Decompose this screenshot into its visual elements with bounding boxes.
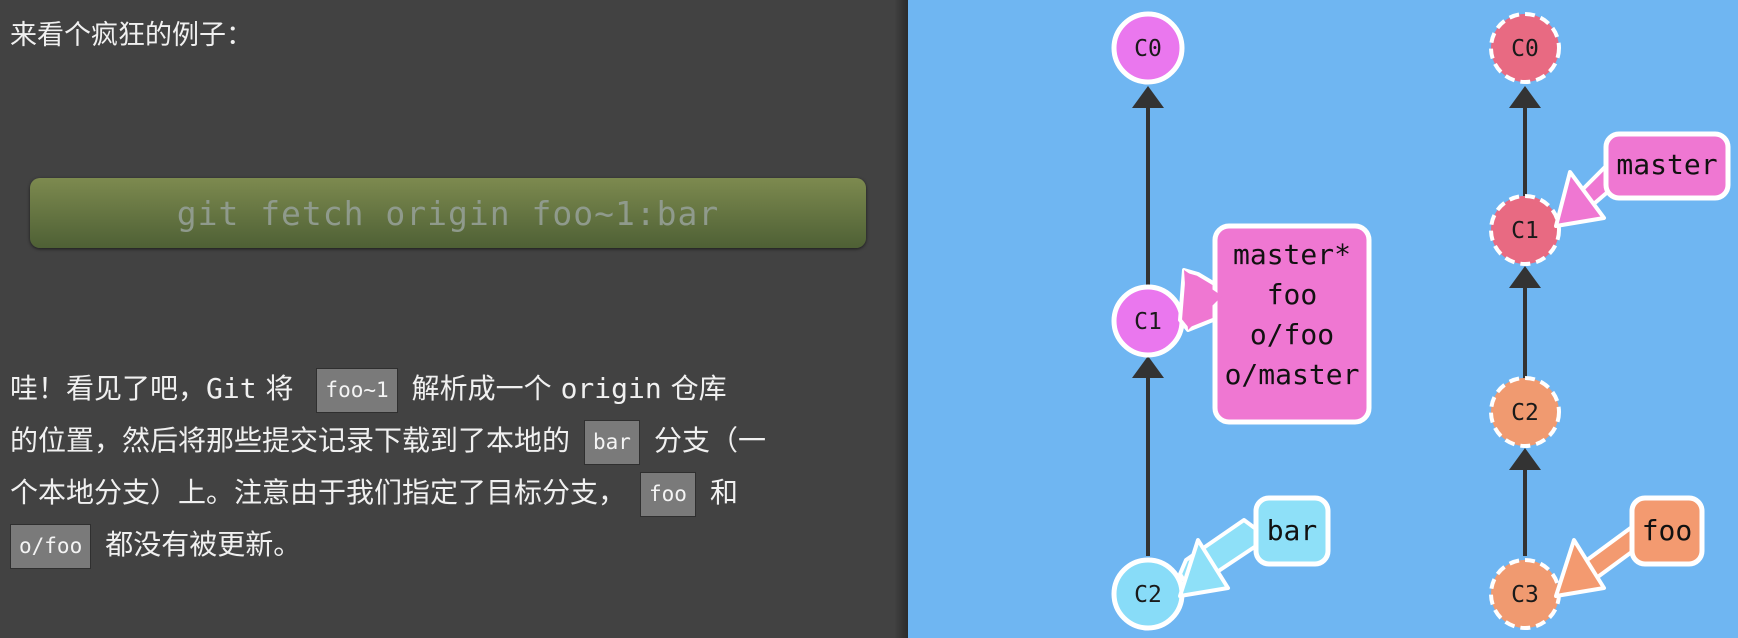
- local-tree: C0 C1 C2 master* foo o/foo o/master bar: [1111, 11, 1372, 631]
- commit-c0-local[interactable]: C0: [1111, 11, 1185, 85]
- code-foo: foo: [640, 471, 696, 517]
- branch-o-foo: o/foo: [1250, 318, 1334, 351]
- intro-text: 来看个疯狂的例子：: [10, 20, 253, 51]
- text-segment: Git: [206, 372, 257, 405]
- arrowhead-up-icon: [1132, 86, 1164, 108]
- text-segment: 分支（一: [653, 424, 766, 457]
- arrowhead-up-icon: [1509, 86, 1541, 108]
- code-bar: bar: [584, 419, 640, 465]
- commit-label: C1: [1511, 218, 1539, 244]
- commit-label: C2: [1511, 400, 1539, 426]
- command-text: git fetch origin foo~1:bar: [176, 193, 720, 233]
- commit-c2-local[interactable]: C2: [1111, 557, 1185, 631]
- commit-c2-remote[interactable]: C2: [1489, 376, 1561, 448]
- instruction-panel: 来看个疯狂的例子： git fetch origin foo~1:bar 哇！看…: [0, 0, 908, 638]
- arrowhead-up-icon: [1509, 266, 1541, 288]
- branch-foo: foo: [1267, 278, 1318, 311]
- code-o-foo: o/foo: [10, 523, 92, 569]
- commit-label: C1: [1134, 309, 1162, 335]
- text-segment: 的位置，然后将那些提交记录下载到了本地的: [10, 424, 571, 457]
- explanation-paragraph: 哇！看见了吧，Git 将 foo~1 解析成一个 origin 仓库 的位置，然后…: [10, 363, 890, 571]
- branch-label-bar[interactable]: bar: [1178, 495, 1331, 598]
- branch-master-star: master*: [1233, 238, 1351, 271]
- branch-label-local-c1[interactable]: master* foo o/foo o/master: [1178, 223, 1372, 425]
- text-segment: 和: [709, 476, 738, 509]
- text-segment: 哇！看见了吧，: [10, 372, 207, 405]
- text-segment: 解析成一个: [411, 372, 552, 405]
- commit-c0-remote[interactable]: C0: [1489, 12, 1561, 84]
- commit-label: C0: [1134, 36, 1162, 62]
- panel-shadow: [894, 0, 908, 638]
- branch-label-remote-master[interactable]: master: [1554, 131, 1731, 228]
- commit-c3-remote[interactable]: C3: [1489, 558, 1561, 630]
- command-box[interactable]: git fetch origin foo~1:bar: [30, 178, 866, 248]
- commit-c1-local[interactable]: C1: [1111, 284, 1185, 358]
- branch-bar: bar: [1267, 514, 1318, 547]
- branch-label-remote-foo[interactable]: foo: [1554, 495, 1705, 598]
- git-tree-visualization: C0 C1 C2 master* foo o/foo o/master bar: [1111, 11, 1731, 631]
- text-segment: 将: [265, 372, 294, 405]
- text-segment: origin: [560, 372, 662, 405]
- text-segment: 都没有被更新。: [105, 528, 302, 561]
- arrowhead-up-icon: [1509, 448, 1541, 470]
- remote-tree: C0 C1 C2 C3 master foo: [1489, 12, 1731, 630]
- commit-label: C3: [1511, 582, 1539, 608]
- commit-label: C0: [1511, 36, 1539, 62]
- text-segment: 个本地分支）上。注意由于我们指定了目标分支，: [10, 476, 627, 509]
- code-foo-tilde-1: foo~1: [316, 367, 398, 413]
- branch-o-master: o/master: [1225, 358, 1360, 391]
- commit-label: C2: [1134, 582, 1162, 608]
- arrowhead-up-icon: [1132, 356, 1164, 378]
- branch-foo-remote: foo: [1642, 514, 1693, 547]
- text-segment: 仓库: [670, 372, 727, 405]
- branch-master: master: [1616, 148, 1717, 181]
- commit-c1-remote[interactable]: C1: [1489, 194, 1561, 266]
